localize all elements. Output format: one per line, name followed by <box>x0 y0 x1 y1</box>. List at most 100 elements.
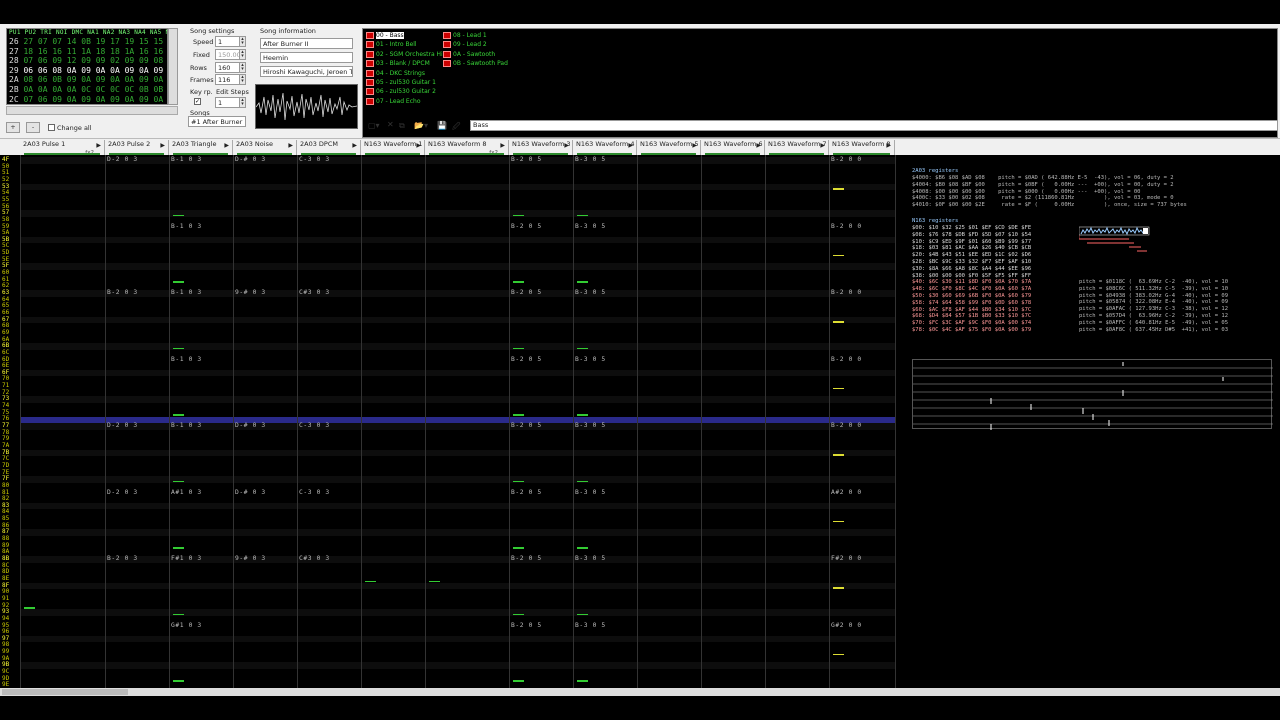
instrument-item[interactable]: 05 - zul530 Guitar 1 <box>366 78 436 87</box>
pattern-note[interactable]: B-1 0 3 <box>171 223 202 231</box>
save-instrument-icon[interactable]: 💾 <box>437 121 447 130</box>
pattern-note[interactable]: B-2 0 3 <box>107 289 138 297</box>
channel-header[interactable]: 2A03 Pulse 2 ▶ <box>105 140 169 156</box>
frame-list-scrollbar[interactable] <box>168 28 178 105</box>
song-artist-field[interactable]: Heemin <box>260 52 353 63</box>
pattern-hscrollbar[interactable] <box>0 688 1280 696</box>
pattern-note[interactable]: B-1 0 3 <box>171 289 202 297</box>
expand-arrow-icon[interactable]: ▶ <box>96 142 101 149</box>
pattern-note[interactable]: A#2 0 0 <box>831 489 862 497</box>
instrument-item[interactable]: 04 - DKC Strings <box>366 69 425 78</box>
pattern-note[interactable]: C#3 0 3 <box>299 289 330 297</box>
pattern-note[interactable]: G#1 0 3 <box>171 622 202 630</box>
pattern-note[interactable]: B-3 0 5 <box>575 223 606 231</box>
channel-header[interactable]: 2A03 DPCM ▶ <box>297 140 361 156</box>
pattern-note[interactable]: B-1 0 3 <box>171 156 202 164</box>
song-copyright-field[interactable]: Hiroshi Kawaguchi, Jeroen Tel <box>260 66 353 77</box>
pattern-note[interactable]: B-2 0 5 <box>511 289 542 297</box>
expand-arrow-icon[interactable]: ▶ <box>288 142 293 149</box>
expand-arrow-icon[interactable]: ▶ <box>500 142 505 149</box>
instrument-item[interactable]: 0B - Sawtooth Pad <box>443 59 508 68</box>
frame-list[interactable]: PU1 PU2 TRI NOI DMC NA1 NA2 NA3 NA4 NA5 … <box>6 28 168 105</box>
pattern-note[interactable]: C-3 0 3 <box>299 156 330 164</box>
channel-header[interactable]: 2A03 Triangle ▶ <box>169 140 233 156</box>
song-select[interactable]: #1 After Burner II <box>188 116 246 127</box>
rows-spinner[interactable]: ▴ ▾ <box>239 62 246 73</box>
speed-field[interactable]: 1 <box>215 36 241 47</box>
frame-row[interactable]: 27 18 16 16 11 1A 18 18 1A 16 16 16 16 1… <box>7 47 167 57</box>
pattern-note[interactable]: B-2 0 0 <box>831 422 862 430</box>
channel-header[interactable]: N163 Waveform 8▶fx2 <box>425 140 509 156</box>
remove-frame-button[interactable]: - <box>26 122 40 133</box>
pattern-note[interactable]: B-1 0 3 <box>171 422 202 430</box>
frames-field[interactable]: 116 <box>215 74 241 85</box>
pattern-note[interactable]: C#3 0 3 <box>299 555 330 563</box>
pattern-note[interactable]: B-3 0 5 <box>575 356 606 364</box>
edit-instrument-icon[interactable]: 🖉 <box>452 121 461 135</box>
remove-instrument-icon[interactable]: ✕ <box>387 120 394 129</box>
channel-header[interactable]: N163 Waveform 5 ▶ <box>637 140 701 156</box>
channel-header[interactable]: N163 Waveform 6 ▶ <box>701 140 765 156</box>
pattern-note[interactable]: B-3 0 5 <box>575 555 606 563</box>
clone-instrument-icon[interactable]: ⧉ <box>399 121 405 131</box>
channel-header[interactable]: N163 Waveform 4 ▶ <box>573 140 637 156</box>
frame-row[interactable]: 2A 08 06 0B 09 0A 09 0A 0A 09 0A 0A 0A 0… <box>7 75 167 85</box>
pattern-note[interactable]: B-2 0 5 <box>511 555 542 563</box>
expand-arrow-icon[interactable]: ▶ <box>756 142 761 149</box>
pattern-note[interactable]: D-2 0 3 <box>107 489 138 497</box>
new-instrument-icon[interactable]: ▢▾ <box>368 121 380 130</box>
edit-steps-field[interactable]: 1 <box>215 97 241 108</box>
edit-steps-spinner[interactable]: ▴ ▾ <box>239 97 246 108</box>
pattern-note[interactable]: C-3 0 3 <box>299 489 330 497</box>
expand-arrow-icon[interactable]: ▶ <box>564 142 569 149</box>
pattern-note[interactable]: D-2 0 3 <box>107 422 138 430</box>
channel-header[interactable]: N163 Waveform 3 ▶ <box>509 140 573 156</box>
pattern-note[interactable]: A#1 0 3 <box>171 489 202 497</box>
pattern-note[interactable]: C-3 0 3 <box>299 422 330 430</box>
song-name-field[interactable]: After Burner II <box>260 38 353 49</box>
frame-row[interactable]: 28 07 06 09 12 09 09 02 09 09 08 08 09 0… <box>7 56 167 66</box>
speed-spinner[interactable]: ▴ ▾ <box>239 36 246 47</box>
instrument-item[interactable]: 07 - Lead Echo <box>366 97 421 106</box>
expand-arrow-icon[interactable]: ▶ <box>692 142 697 149</box>
load-instrument-icon[interactable]: 📂▾ <box>414 121 428 130</box>
pattern-note[interactable]: B-2 0 0 <box>831 289 862 297</box>
add-frame-button[interactable]: + <box>6 122 20 133</box>
channel-header[interactable]: N163 Waveform 1 ▶ <box>361 140 425 156</box>
instrument-item[interactable]: 08 - Lead 1 <box>443 31 487 40</box>
frame-row[interactable]: 26 27 07 07 14 0B 19 17 19 15 15 15 15 1… <box>7 37 167 47</box>
instrument-item[interactable]: 03 - Blank / DPCM <box>366 59 430 68</box>
pattern-note[interactable]: D-# 0 3 <box>235 422 266 430</box>
pattern-note[interactable]: B-2 0 5 <box>511 489 542 497</box>
frame-list-hscrollbar[interactable] <box>6 106 178 115</box>
expand-arrow-icon[interactable]: ▶ <box>416 142 421 149</box>
expand-arrow-icon[interactable]: ▶ <box>628 142 633 149</box>
channel-header[interactable]: N163 Waveform 8 ▶ <box>829 140 895 156</box>
pattern-note[interactable]: B-2 0 0 <box>831 156 862 164</box>
pattern-note[interactable]: F#2 0 0 <box>831 555 862 563</box>
pattern-note[interactable]: B-2 0 5 <box>511 422 542 430</box>
pattern-note[interactable]: B-3 0 5 <box>575 156 606 164</box>
instrument-item[interactable]: 01 - Intro Bell <box>366 40 417 49</box>
expand-arrow-icon[interactable]: ▶ <box>352 142 357 149</box>
instrument-item[interactable]: 02 - SGM Orchestra Hit <box>366 50 445 59</box>
pattern-note[interactable]: D-# 0 3 <box>235 156 266 164</box>
instrument-item[interactable]: 09 - Lead 2 <box>443 40 487 49</box>
pattern-note[interactable]: B-2 0 0 <box>831 223 862 231</box>
change-all-checkbox[interactable] <box>48 124 55 131</box>
expand-arrow-icon[interactable]: ▶ <box>886 142 891 149</box>
instrument-name-field[interactable]: Bass <box>470 120 1278 131</box>
pattern-note[interactable]: B-2 0 3 <box>107 555 138 563</box>
channel-header[interactable]: N163 Waveform 7 ▶ <box>765 140 829 156</box>
frame-row[interactable]: 2D 08 08 0A 09 0A 09 0A 09 0A 09 08 09 0… <box>7 104 167 105</box>
pattern-note[interactable]: B-3 0 5 <box>575 489 606 497</box>
rows-field[interactable]: 160 <box>215 62 241 73</box>
channel-header[interactable]: 2A03 Noise ▶ <box>233 140 297 156</box>
pattern-note[interactable]: 9-# 0 3 <box>235 289 266 297</box>
pattern-note[interactable]: B-3 0 5 <box>575 422 606 430</box>
pattern-note[interactable]: B-1 0 3 <box>171 356 202 364</box>
expand-arrow-icon[interactable]: ▶ <box>224 142 229 149</box>
pattern-note[interactable]: F#1 0 3 <box>171 555 202 563</box>
pattern-note[interactable]: B-2 0 5 <box>511 356 542 364</box>
pattern-note[interactable]: B-2 0 5 <box>511 622 542 630</box>
